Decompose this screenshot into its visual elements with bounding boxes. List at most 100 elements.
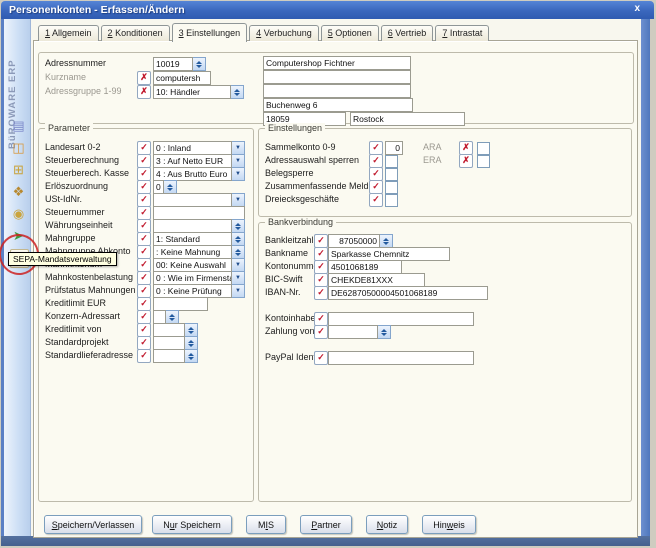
checkbox[interactable] [477, 142, 490, 155]
value-box[interactable]: 0 [385, 141, 403, 155]
text-field[interactable] [263, 84, 411, 98]
field-value[interactable]: 00: Keine Auswahl [153, 258, 232, 272]
modified-flag-icon[interactable]: ✓ [369, 167, 383, 181]
checkbox[interactable] [385, 168, 398, 181]
orgchart-icon[interactable]: ⊞ [10, 161, 27, 178]
modified-flag-icon[interactable]: ✓ [137, 167, 151, 181]
field-value[interactable] [328, 312, 474, 326]
dropdown-arrow-icon[interactable]: ▼ [232, 141, 245, 155]
spinner-icon[interactable] [185, 323, 198, 337]
close-icon[interactable]: x [634, 3, 640, 14]
field-value[interactable] [153, 310, 166, 324]
checkbox[interactable] [477, 155, 490, 168]
modified-flag-icon[interactable]: ✓ [137, 219, 151, 233]
spinner-field[interactable] [153, 219, 245, 233]
dropdown-field[interactable]: 0 : Keine Prüfung▼ [153, 284, 245, 298]
spinner-field[interactable]: 0 [153, 180, 177, 194]
spinner-icon[interactable] [378, 325, 391, 339]
field-value[interactable]: 4501068189 [328, 260, 402, 274]
field-value[interactable] [153, 297, 208, 311]
modified-flag-icon[interactable]: ✓ [314, 325, 328, 339]
nur-speichern-button[interactable]: Nur Speichern [152, 515, 232, 534]
hinweis-button[interactable]: Hinweis [422, 515, 476, 534]
text-field[interactable]: computersh [153, 71, 211, 85]
dropdown-field[interactable]: 0 : Inland▼ [153, 141, 245, 155]
spinner-icon[interactable] [232, 219, 245, 233]
field-value[interactable]: Sparkasse Chemnitz [328, 247, 450, 261]
field-value[interactable]: 0 : Wie im Firmenstamm eing [153, 271, 232, 285]
speichern-verlassen-button[interactable]: Speichern/Verlassen [44, 515, 142, 534]
field-value[interactable]: 10019 [153, 57, 193, 71]
dropdown-field[interactable]: 0 : Wie im Firmenstamm eing▼ [153, 271, 245, 285]
modified-flag-icon[interactable]: ✓ [137, 349, 151, 363]
spinner-field[interactable] [153, 310, 179, 324]
field-value[interactable] [153, 323, 185, 337]
text-field[interactable]: 4501068189 [328, 260, 402, 274]
checkbox[interactable] [385, 155, 398, 168]
text-field[interactable]: CHEKDE81XXX [328, 273, 425, 287]
field-value[interactable] [263, 84, 411, 98]
modified-flag-icon[interactable]: ✓ [137, 297, 151, 311]
dropdown-arrow-icon[interactable]: ▼ [232, 271, 245, 285]
clear-flag-icon[interactable]: ✗ [459, 141, 473, 155]
modified-flag-icon[interactable]: ✓ [314, 260, 328, 274]
tab-optionen[interactable]: 5 Optionen [321, 25, 379, 41]
checkbox[interactable] [385, 194, 398, 207]
spinner-field[interactable] [153, 336, 198, 350]
modified-flag-icon[interactable]: ✓ [137, 206, 151, 220]
spinner-icon[interactable] [193, 57, 206, 71]
modified-flag-icon[interactable]: ✓ [137, 245, 151, 259]
text-field[interactable]: Sparkasse Chemnitz [328, 247, 450, 261]
spinner-field[interactable]: 10019 [153, 57, 206, 71]
spinner-field[interactable] [328, 325, 391, 339]
tab-allgemein[interactable]: 1 Allgemein [38, 25, 99, 41]
dropdown-field[interactable]: ▼ [153, 193, 245, 207]
modified-flag-icon[interactable]: ✓ [369, 141, 383, 155]
text-field[interactable] [153, 206, 245, 220]
text-field[interactable]: Buchenweg 6 [263, 98, 413, 112]
field-value[interactable]: Buchenweg 6 [263, 98, 413, 112]
modified-flag-icon[interactable]: ✓ [314, 234, 328, 248]
spinner-icon[interactable] [231, 85, 244, 99]
dropdown-arrow-icon[interactable]: ▼ [232, 167, 245, 181]
field-value[interactable] [153, 206, 245, 220]
dropdown-arrow-icon[interactable]: ▼ [232, 193, 245, 207]
partner-button[interactable]: Partner [300, 515, 352, 534]
modified-flag-icon[interactable]: ✓ [314, 312, 328, 326]
address-list-icon[interactable]: ▤ [10, 117, 27, 134]
modified-flag-icon[interactable]: ✓ [137, 271, 151, 285]
text-field[interactable] [263, 70, 411, 84]
tab-konditionen[interactable]: 2 Konditionen [101, 25, 170, 41]
window-icon[interactable]: ◫ [10, 139, 27, 156]
modified-flag-icon[interactable]: ✓ [137, 180, 151, 194]
text-field[interactable]: Rostock [350, 112, 465, 126]
clear-flag-icon[interactable]: ✗ [137, 85, 151, 99]
field-value[interactable]: Rostock [350, 112, 465, 126]
clear-flag-icon[interactable]: ✗ [137, 71, 151, 85]
modified-flag-icon[interactable]: ✓ [369, 180, 383, 194]
text-field[interactable] [153, 297, 208, 311]
field-value[interactable]: 87050000 [328, 234, 380, 248]
modified-flag-icon[interactable]: ✓ [137, 154, 151, 168]
field-value[interactable] [153, 336, 185, 350]
tab-vertrieb[interactable]: 6 Vertrieb [381, 25, 434, 41]
clear-flag-icon[interactable]: ✗ [459, 154, 473, 168]
notiz-button[interactable]: Notiz [366, 515, 408, 534]
spinner-icon[interactable] [164, 180, 177, 194]
spinner-icon[interactable] [232, 232, 245, 246]
field-value[interactable]: 0 [153, 180, 164, 194]
field-value[interactable] [263, 70, 411, 84]
tab-intrastat[interactable]: 7 Intrastat [435, 25, 489, 41]
field-value[interactable]: 3 : Auf Netto EUR [153, 154, 232, 168]
dropdown-arrow-icon[interactable]: ▼ [232, 154, 245, 168]
tab-verbuchung[interactable]: 4 Verbuchung [249, 25, 319, 41]
dropdown-field[interactable]: 00: Keine Auswahl▼ [153, 258, 245, 272]
field-value[interactable]: 4 : Aus Brutto Euro [153, 167, 232, 181]
text-field[interactable] [328, 351, 474, 365]
modified-flag-icon[interactable]: ✓ [137, 193, 151, 207]
field-value[interactable]: DE62870500004501068189 [328, 286, 488, 300]
modified-flag-icon[interactable]: ✓ [314, 351, 328, 365]
spinner-field[interactable] [153, 323, 198, 337]
spinner-field[interactable]: 87050000 [328, 234, 393, 248]
field-value[interactable] [153, 219, 232, 233]
